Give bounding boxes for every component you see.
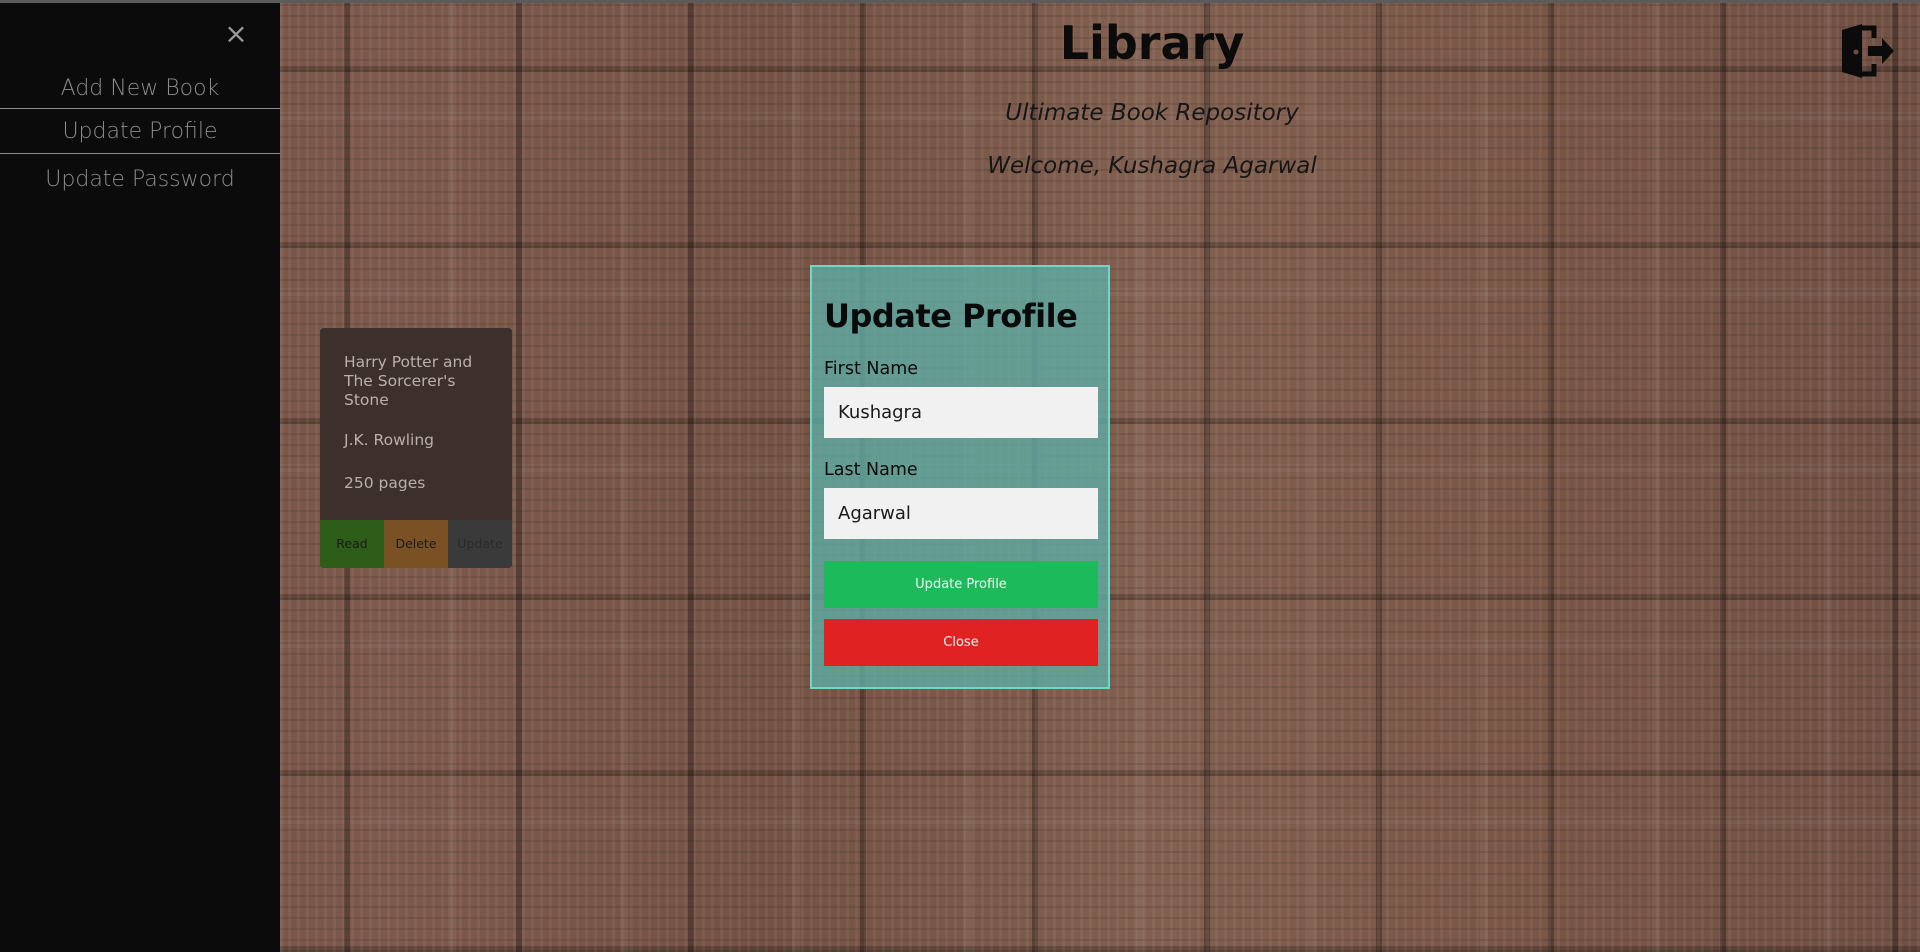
- book-card: Harry Potter and The Sorcerer's Stone J.…: [320, 328, 512, 568]
- page-title: Library: [1059, 16, 1245, 70]
- book-pages: 250 pages: [344, 474, 426, 492]
- top-border: [0, 0, 1920, 3]
- book-author: J.K. Rowling: [344, 431, 435, 449]
- first-name-label: First Name: [824, 359, 919, 379]
- close-button[interactable]: Close: [824, 619, 1098, 666]
- modal-title: Update Profile: [824, 297, 1078, 335]
- last-name-field[interactable]: [824, 488, 1098, 539]
- update-profile-modal: Update Profile First Name Last Name Upda…: [810, 265, 1110, 689]
- sidebar-item-update-profile[interactable]: Update Profile: [0, 108, 280, 154]
- sidebar-item-update-password[interactable]: Update Password: [0, 157, 280, 203]
- last-name-label: Last Name: [824, 460, 918, 480]
- close-nav-icon[interactable]: ×: [224, 19, 248, 49]
- book-title: Harry Potter and The Sorcerer's Stone: [344, 353, 473, 409]
- welcome-message: Welcome, Kushagra Agarwal: [987, 153, 1317, 179]
- update-button[interactable]: Update: [448, 520, 512, 568]
- first-name-field[interactable]: [824, 387, 1098, 438]
- read-button[interactable]: Read: [320, 520, 384, 568]
- side-navigation: × Add New Book Update Profile Update Pas…: [0, 3, 280, 952]
- sidebar-item-add-new-book[interactable]: Add New Book: [0, 66, 280, 112]
- delete-button[interactable]: Delete: [384, 520, 448, 568]
- logout-icon: [1842, 24, 1894, 78]
- page-subtitle: Ultimate Book Repository: [1005, 100, 1299, 126]
- update-profile-button[interactable]: Update Profile: [824, 561, 1098, 608]
- logout-button[interactable]: [1838, 24, 1896, 78]
